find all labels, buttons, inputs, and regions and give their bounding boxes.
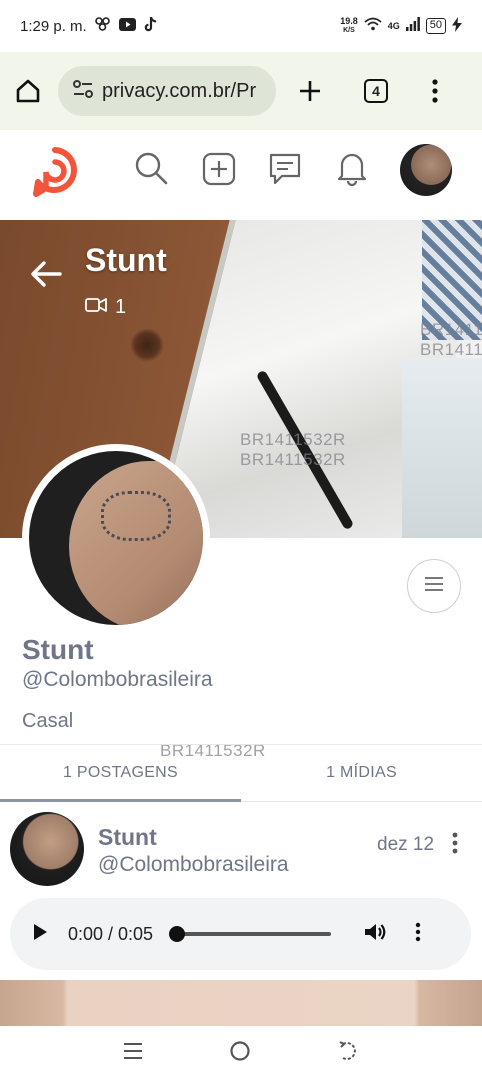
- browser-toolbar: privacy.com.br/Pr 4: [0, 52, 482, 130]
- watermark: BR1411532R: [240, 430, 346, 449]
- notification-icon: [94, 17, 111, 35]
- back-nav-icon[interactable]: [337, 1040, 359, 1066]
- profile-name: Stunt: [22, 634, 94, 665]
- profile-tabs: 1 POSTAGENS 1 MÍDIAS: [0, 744, 482, 802]
- watermark: BR1411532R: [420, 320, 482, 339]
- signal-label: 4G: [387, 20, 400, 31]
- post-author-avatar[interactable]: [10, 812, 84, 886]
- add-post-icon[interactable]: [202, 152, 236, 191]
- profile-menu-button[interactable]: [407, 559, 461, 613]
- account-avatar[interactable]: [400, 144, 452, 196]
- new-tab-icon[interactable]: [298, 79, 322, 103]
- search-icon[interactable]: [133, 150, 169, 191]
- cover-title: Stunt: [85, 242, 167, 278]
- hamburger-icon: [423, 576, 445, 597]
- post-more-icon[interactable]: [452, 832, 458, 859]
- post-date: dez 12: [377, 834, 435, 855]
- post-author-handle[interactable]: @Colombobrasileira: [98, 853, 289, 877]
- recent-apps-icon[interactable]: [123, 1042, 143, 1065]
- tab-posts[interactable]: 1 POSTAGENS: [0, 745, 241, 802]
- video-icon: [85, 296, 107, 319]
- app-header: [0, 130, 482, 220]
- back-arrow-icon[interactable]: [30, 260, 62, 293]
- bell-icon[interactable]: [335, 150, 369, 191]
- site-settings-icon[interactable]: [72, 79, 94, 104]
- post-author-name[interactable]: Stunt: [98, 824, 157, 851]
- browser-menu-icon[interactable]: [432, 79, 438, 103]
- signal-icon: [405, 17, 420, 35]
- profile-bio: Casal: [22, 710, 74, 732]
- url-text: privacy.com.br/Pr: [102, 79, 257, 102]
- volume-icon[interactable]: [363, 921, 387, 948]
- video-count-value: 1: [115, 296, 127, 318]
- video-count: 1: [85, 296, 126, 319]
- profile-avatar[interactable]: [22, 444, 210, 632]
- messages-icon[interactable]: [268, 152, 302, 191]
- audio-more-icon[interactable]: [415, 922, 421, 947]
- audio-time: 0:00 / 0:05: [68, 923, 154, 944]
- tiktok-icon: [144, 16, 157, 36]
- play-icon[interactable]: [32, 923, 48, 946]
- post-image[interactable]: [0, 980, 482, 1028]
- audio-progress-knob[interactable]: [169, 926, 186, 942]
- tab-media[interactable]: 1 MÍDIAS: [241, 745, 482, 801]
- home-nav-icon[interactable]: [229, 1040, 251, 1067]
- watermark: BR1411532R: [420, 340, 482, 359]
- address-bar[interactable]: privacy.com.br/Pr: [58, 66, 276, 116]
- charging-icon: [452, 16, 462, 36]
- youtube-icon: [118, 17, 136, 35]
- network-speed: 19.8 K/S: [340, 16, 358, 35]
- battery-indicator: 50: [425, 18, 446, 34]
- system-nav-bar: [0, 1026, 482, 1080]
- watermark: BR1411532R: [240, 450, 346, 469]
- audio-player: 0:00 / 0:05: [10, 898, 471, 970]
- status-bar: 1:29 p. m. 19.8 K/S 4G 50: [0, 0, 482, 52]
- profile-handle: @Colombobrasileira: [22, 668, 213, 691]
- wifi-icon: [364, 17, 382, 35]
- logo-icon[interactable]: [30, 146, 80, 203]
- audio-progress-slider[interactable]: [169, 926, 332, 942]
- home-icon[interactable]: [14, 77, 42, 105]
- tab-switcher-button[interactable]: 4: [364, 79, 388, 103]
- status-time: 1:29 p. m.: [20, 17, 87, 35]
